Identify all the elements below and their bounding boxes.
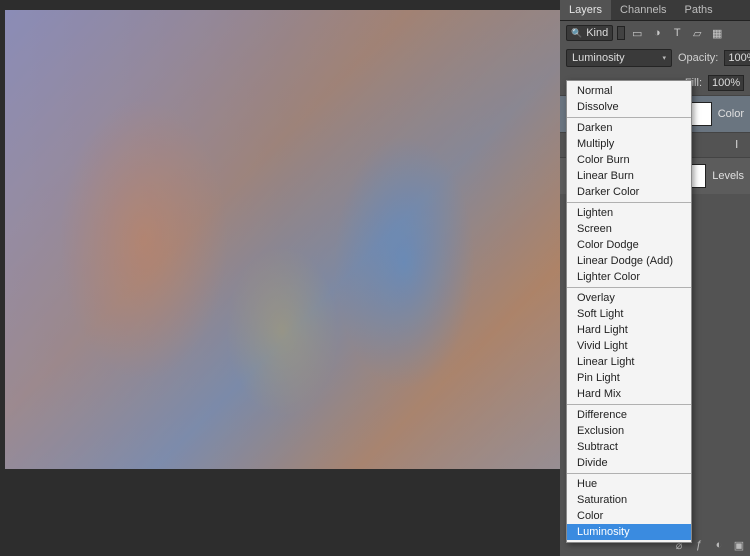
blend-mode-option[interactable]: Luminosity bbox=[567, 524, 691, 540]
blend-mode-option[interactable]: Soft Light bbox=[567, 306, 691, 322]
filter-smart-icon[interactable]: ▦ bbox=[709, 25, 725, 41]
blend-mode-option[interactable]: Divide bbox=[567, 455, 691, 471]
filter-kind-label: Kind bbox=[586, 27, 608, 39]
blend-opacity-row: Luminosity ▾ Opacity: 100% bbox=[560, 45, 750, 71]
blend-mode-option[interactable]: Darken bbox=[567, 120, 691, 136]
blend-mode-option[interactable]: Lighter Color bbox=[567, 269, 691, 285]
blend-mode-option[interactable]: Normal bbox=[567, 83, 691, 99]
blend-mode-option[interactable]: Subtract bbox=[567, 439, 691, 455]
tab-layers[interactable]: Layers bbox=[560, 0, 611, 20]
filter-shape-icon[interactable]: ▱ bbox=[689, 25, 705, 41]
fx-icon[interactable]: ƒ bbox=[692, 538, 706, 552]
blend-mode-current: Luminosity bbox=[572, 52, 625, 64]
blend-mode-option[interactable]: Difference bbox=[567, 407, 691, 423]
chevron-down-icon: ▾ bbox=[662, 54, 666, 62]
panel-tabs: Layers Channels Paths bbox=[560, 0, 750, 21]
adjustment-sub-label: l bbox=[736, 139, 738, 151]
filter-kind-select[interactable]: Kind bbox=[566, 25, 613, 41]
blend-mode-option[interactable]: Linear Dodge (Add) bbox=[567, 253, 691, 269]
adjustment-label: Color bbox=[718, 108, 744, 120]
tab-channels[interactable]: Channels bbox=[611, 0, 675, 20]
blend-mode-option[interactable]: Vivid Light bbox=[567, 338, 691, 354]
blend-mode-option[interactable]: Exclusion bbox=[567, 423, 691, 439]
blend-mode-option[interactable]: Color Dodge bbox=[567, 237, 691, 253]
blend-mode-option[interactable]: Color Burn bbox=[567, 152, 691, 168]
layer-filter-row: Kind ▭ ◑ T ▱ ▦ bbox=[560, 21, 750, 45]
blend-mode-option[interactable]: Linear Burn bbox=[567, 168, 691, 184]
fill-value[interactable]: 100% bbox=[708, 75, 744, 91]
tab-paths[interactable]: Paths bbox=[676, 0, 722, 20]
blend-mode-option[interactable]: Multiply bbox=[567, 136, 691, 152]
blend-mode-option[interactable]: Saturation bbox=[567, 492, 691, 508]
blend-mode-option[interactable]: Dissolve bbox=[567, 99, 691, 115]
filter-stepper[interactable] bbox=[617, 26, 625, 40]
blend-mode-option[interactable]: Hue bbox=[567, 476, 691, 492]
adjustment-label: Levels bbox=[712, 170, 744, 182]
folder-icon[interactable]: ▣ bbox=[732, 538, 746, 552]
blend-mode-option[interactable]: Hard Mix bbox=[567, 386, 691, 402]
filter-adjustment-icon[interactable]: ◑ bbox=[649, 25, 665, 41]
blend-mode-select[interactable]: Luminosity ▾ bbox=[566, 49, 672, 67]
filter-pixel-icon[interactable]: ▭ bbox=[629, 25, 645, 41]
blend-mode-option[interactable]: Darker Color bbox=[567, 184, 691, 200]
filter-type-icon[interactable]: T bbox=[669, 25, 685, 41]
opacity-value[interactable]: 100% bbox=[724, 50, 750, 66]
document-canvas[interactable] bbox=[5, 10, 560, 469]
opacity-label: Opacity: bbox=[678, 52, 718, 64]
blend-mode-dropdown[interactable]: NormalDissolveDarkenMultiplyColor BurnLi… bbox=[566, 80, 692, 543]
blend-mode-option[interactable]: Color bbox=[567, 508, 691, 524]
blend-mode-option[interactable]: Overlay bbox=[567, 290, 691, 306]
blend-mode-option[interactable]: Lighten bbox=[567, 205, 691, 221]
blend-mode-option[interactable]: Hard Light bbox=[567, 322, 691, 338]
blend-mode-option[interactable]: Screen bbox=[567, 221, 691, 237]
blend-mode-option[interactable]: Pin Light bbox=[567, 370, 691, 386]
blend-mode-option[interactable]: Linear Light bbox=[567, 354, 691, 370]
mask-icon[interactable]: ◐ bbox=[712, 538, 726, 552]
